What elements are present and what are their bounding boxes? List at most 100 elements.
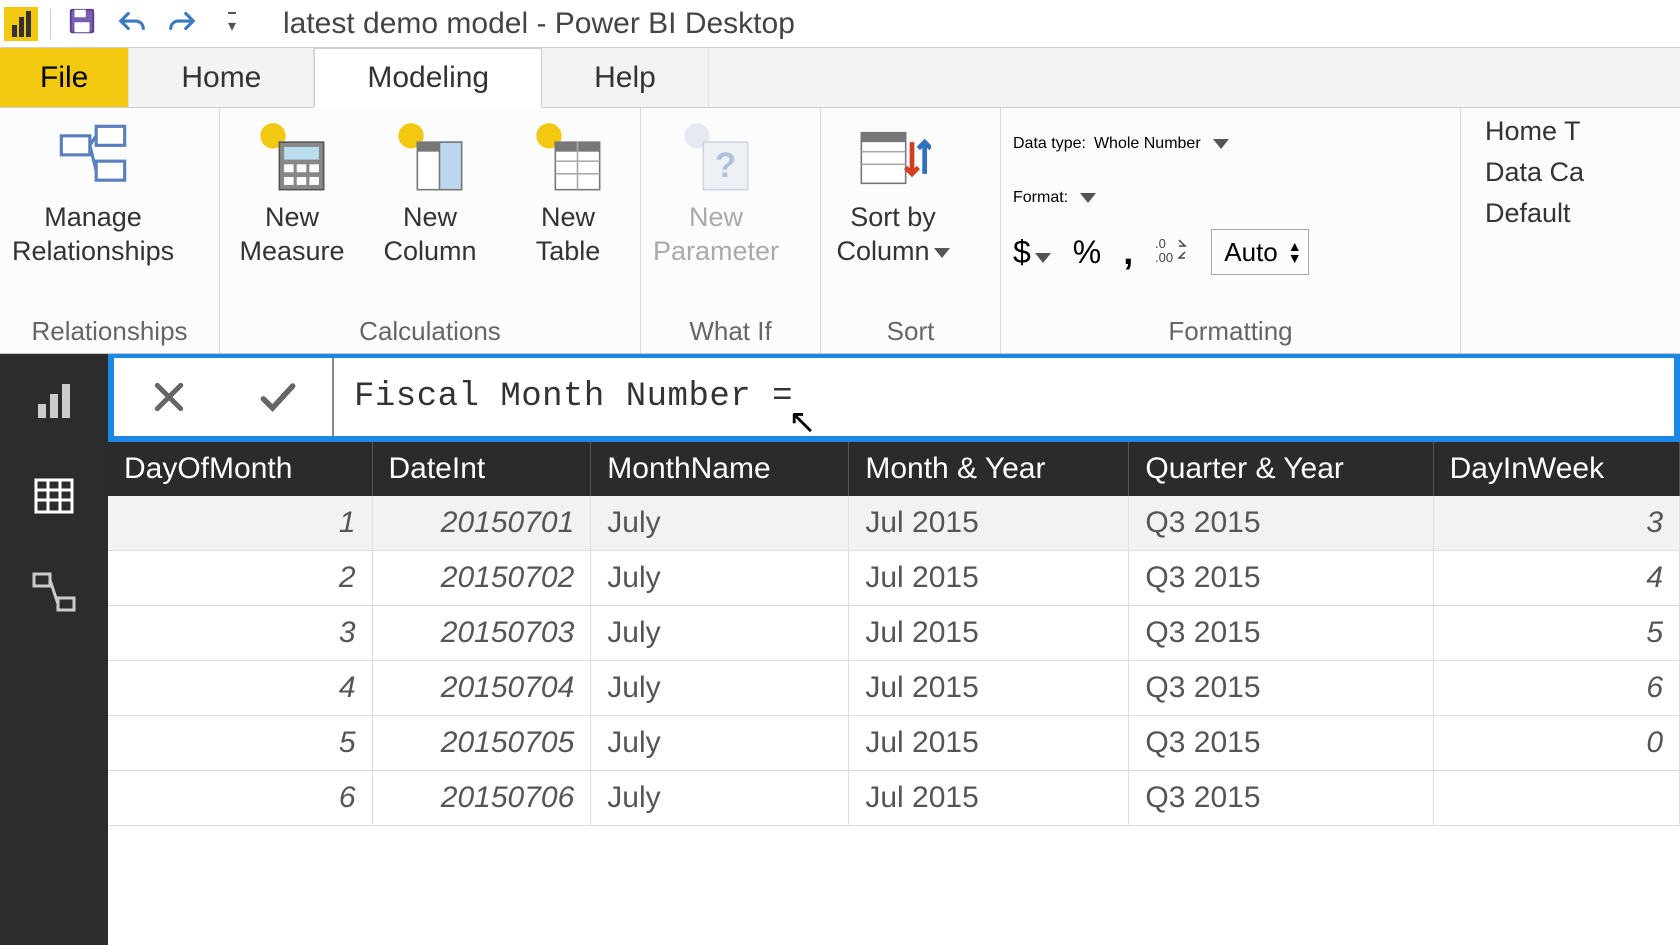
group-label xyxy=(1473,345,1609,351)
format-label: Format: xyxy=(1013,189,1068,207)
table-row[interactable]: 420150704JulyJul 2015Q3 20156 xyxy=(108,661,1680,716)
table-row[interactable]: 620150706JulyJul 2015Q3 2015 xyxy=(108,771,1680,826)
cell[interactable]: 3 xyxy=(108,606,372,661)
cell[interactable]: Jul 2015 xyxy=(849,551,1129,606)
undo-icon xyxy=(117,6,147,41)
report-view-button[interactable] xyxy=(26,372,82,428)
cell[interactable]: July xyxy=(591,606,849,661)
relationship-icon xyxy=(30,568,78,616)
decimal-places-stepper[interactable]: Auto ▲▼ xyxy=(1211,229,1308,275)
data-type-value: Whole Number xyxy=(1094,135,1201,153)
formula-commit-button[interactable] xyxy=(248,367,308,427)
cell[interactable]: 4 xyxy=(108,661,372,716)
data-view-button[interactable] xyxy=(26,468,82,524)
column-header[interactable]: MonthName xyxy=(591,442,849,496)
new-column-button[interactable]: New Column xyxy=(370,120,490,268)
save-icon xyxy=(67,6,97,41)
cell[interactable]: July xyxy=(591,716,849,771)
cell[interactable]: July xyxy=(591,661,849,716)
currency-button[interactable]: $ xyxy=(1013,234,1051,271)
decimal-value: Auto xyxy=(1224,237,1278,268)
button-label: New Parameter xyxy=(653,200,779,268)
cell[interactable]: Q3 2015 xyxy=(1129,771,1433,826)
sort-by-column-icon xyxy=(855,120,931,196)
model-view-button[interactable] xyxy=(26,564,82,620)
table-row[interactable]: 120150701JulyJul 2015Q3 20153 xyxy=(108,496,1680,551)
cell[interactable]: 5 xyxy=(1433,606,1679,661)
cell[interactable]: Jul 2015 xyxy=(849,661,1129,716)
cell[interactable]: 20150705 xyxy=(372,716,591,771)
column-header[interactable]: Month & Year xyxy=(849,442,1129,496)
cell[interactable]: Q3 2015 xyxy=(1129,716,1433,771)
tab-file[interactable]: File xyxy=(0,48,129,107)
column-header[interactable]: Quarter & Year xyxy=(1129,442,1433,496)
cell[interactable]: 4 xyxy=(1433,551,1679,606)
stepper-arrows[interactable]: ▲▼ xyxy=(1288,240,1302,264)
cell[interactable]: July xyxy=(591,496,849,551)
formula-cancel-button[interactable] xyxy=(139,367,199,427)
tab-help[interactable]: Help xyxy=(542,48,709,107)
table-row[interactable]: 520150705JulyJul 2015Q3 20150 xyxy=(108,716,1680,771)
title-bar: ▾ latest demo model - Power BI Desktop xyxy=(0,0,1680,48)
group-label: Relationships xyxy=(12,314,207,351)
home-table-dropdown[interactable]: Home T xyxy=(1485,116,1581,147)
table-row[interactable]: 320150703JulyJul 2015Q3 20155 xyxy=(108,606,1680,661)
cell[interactable]: 20150701 xyxy=(372,496,591,551)
group-label: What If xyxy=(653,314,808,351)
cell[interactable]: Q3 2015 xyxy=(1129,496,1433,551)
default-summarization-dropdown[interactable]: Default xyxy=(1485,198,1571,229)
button-label: Manage Relationships xyxy=(12,200,174,268)
cell[interactable]: 5 xyxy=(108,716,372,771)
new-table-button[interactable]: New Table xyxy=(508,120,628,268)
cell[interactable]: 20150702 xyxy=(372,551,591,606)
cell[interactable]: 6 xyxy=(1433,661,1679,716)
cell[interactable]: 20150703 xyxy=(372,606,591,661)
cell[interactable]: 20150704 xyxy=(372,661,591,716)
undo-button[interactable] xyxy=(113,5,151,43)
cell[interactable]: Q3 2015 xyxy=(1129,661,1433,716)
cell[interactable]: July xyxy=(591,771,849,826)
comma-button[interactable]: , xyxy=(1123,231,1133,273)
group-label: Sort xyxy=(833,314,988,351)
formula-input[interactable]: Fiscal Month Number = xyxy=(334,358,1674,436)
column-header[interactable]: DateInt xyxy=(372,442,591,496)
cell[interactable]: 0 xyxy=(1433,716,1679,771)
cell[interactable]: Q3 2015 xyxy=(1129,606,1433,661)
manage-relationships-button[interactable]: Manage Relationships xyxy=(12,120,174,268)
data-type-dropdown[interactable]: Data type: Whole Number xyxy=(1013,120,1229,168)
cell[interactable]: 20150706 xyxy=(372,771,591,826)
cell[interactable]: Jul 2015 xyxy=(849,716,1129,771)
close-icon xyxy=(149,377,189,417)
sort-by-column-button[interactable]: Sort by Column xyxy=(833,120,953,268)
cell[interactable]: Jul 2015 xyxy=(849,496,1129,551)
manage-relationships-icon xyxy=(55,120,131,196)
tab-home[interactable]: Home xyxy=(129,48,314,107)
save-button[interactable] xyxy=(63,5,101,43)
cell[interactable]: Jul 2015 xyxy=(849,606,1129,661)
button-label: Sort by Column xyxy=(836,200,949,268)
cell[interactable]: 1 xyxy=(108,496,372,551)
cell[interactable]: 3 xyxy=(1433,496,1679,551)
format-dropdown[interactable]: Format: xyxy=(1013,174,1096,222)
cell[interactable] xyxy=(1433,771,1679,826)
table-row[interactable]: 220150702JulyJul 2015Q3 20154 xyxy=(108,551,1680,606)
new-measure-button[interactable]: New Measure xyxy=(232,120,352,268)
new-parameter-button: ? New Parameter xyxy=(653,120,779,268)
button-label: New Column xyxy=(383,200,476,268)
data-type-label: Data type: xyxy=(1013,135,1086,153)
column-header[interactable]: DayOfMonth xyxy=(108,442,372,496)
tab-modeling[interactable]: Modeling xyxy=(314,48,542,108)
redo-button[interactable] xyxy=(163,5,201,43)
column-header[interactable]: DayInWeek xyxy=(1433,442,1679,496)
data-grid[interactable]: DayOfMonth DateInt MonthName Month & Yea… xyxy=(108,442,1680,945)
cell[interactable]: 2 xyxy=(108,551,372,606)
percent-button[interactable]: % xyxy=(1073,234,1101,271)
decimal-button[interactable]: .0.00 xyxy=(1155,234,1189,270)
cell[interactable]: Q3 2015 xyxy=(1129,551,1433,606)
bar-chart-icon xyxy=(30,376,78,424)
cell[interactable]: July xyxy=(591,551,849,606)
qat-customize-button[interactable]: ▾ xyxy=(213,5,251,43)
cell[interactable]: 6 xyxy=(108,771,372,826)
data-category-dropdown[interactable]: Data Ca xyxy=(1485,157,1584,188)
cell[interactable]: Jul 2015 xyxy=(849,771,1129,826)
